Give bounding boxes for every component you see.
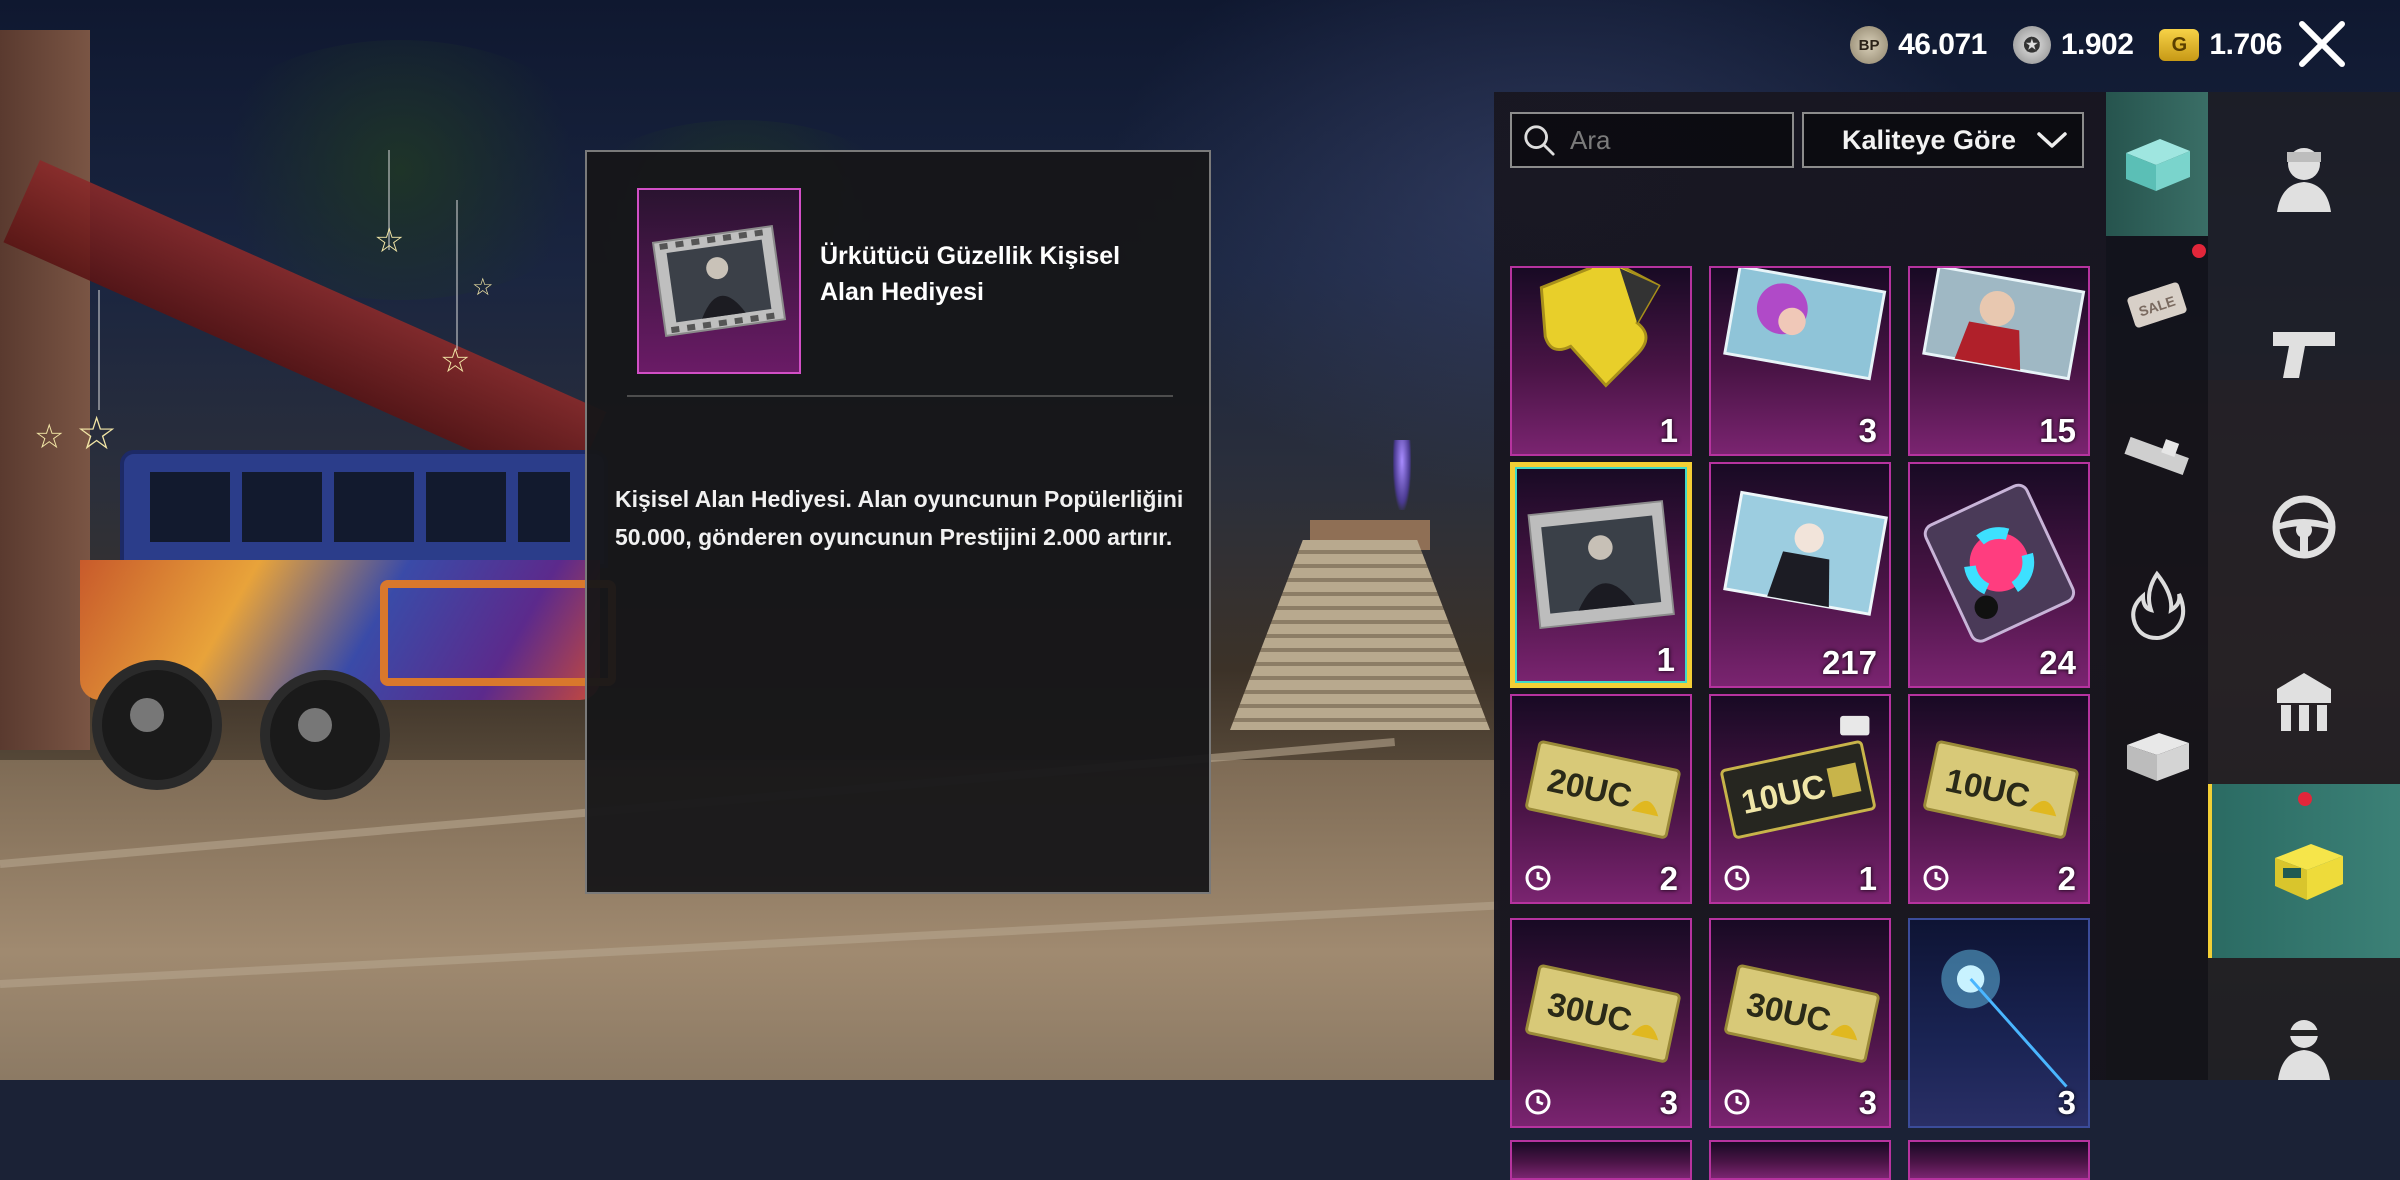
tab-inventory[interactable] <box>2208 784 2400 958</box>
item-count: 2 <box>1659 860 1678 897</box>
item-tile[interactable]: 10UC 2 <box>1908 694 2090 904</box>
category-fire[interactable] <box>2106 542 2208 668</box>
shield-icon <box>2277 673 2331 731</box>
bp-amount: 46.071 <box>1898 28 1987 61</box>
item-tile[interactable]: 24 <box>1908 462 2090 688</box>
clock-icon <box>1724 1089 1750 1115</box>
bp-coin-icon: BP <box>1850 26 1889 64</box>
wheel <box>92 660 222 790</box>
agent-icon <box>2278 1020 2330 1080</box>
item-tile[interactable]: 30UC 3 <box>1709 918 1891 1128</box>
steering-wheel-icon <box>2272 495 2336 559</box>
search-icon <box>1524 125 1555 156</box>
uc-amount: 1.706 <box>2209 28 2282 61</box>
character-icon <box>2277 148 2331 212</box>
item-tile[interactable]: 20UC 2 <box>1510 694 1692 904</box>
tab-character[interactable] <box>2208 92 2400 262</box>
temple-stairs <box>1230 540 1490 730</box>
star-ornament: ☆ <box>34 418 65 456</box>
uc-currency: G 1.706 <box>2159 28 2282 62</box>
divider <box>627 395 1173 397</box>
ammo-icon <box>2124 436 2189 475</box>
ag-coin-icon: ✪ <box>2012 26 2051 64</box>
bp-currency: BP 46.071 <box>1850 26 1987 64</box>
item-tile[interactable]: 1 <box>1510 266 1692 456</box>
notification-dot <box>2298 792 2312 806</box>
item-name: Ürkütücü Güzellik Kişisel Alan Hediyesi <box>820 242 1121 306</box>
search-box[interactable] <box>1510 112 1794 168</box>
box-icon <box>2127 733 2189 781</box>
clock-icon <box>1525 865 1551 891</box>
item-tile[interactable]: 15 <box>1908 266 2090 456</box>
item-count: 2 <box>2057 860 2076 897</box>
close-icon <box>2299 21 2345 67</box>
item-count: 24 <box>2039 644 2076 681</box>
chest-icon <box>2275 844 2343 900</box>
item-count: 217 <box>1821 644 1877 681</box>
ag-currency: ✪ 1.902 <box>2012 26 2134 64</box>
item-count: 1 <box>1656 641 1675 678</box>
category-sale[interactable]: SALE <box>2106 242 2208 368</box>
item-tile[interactable]: 10UC 1 <box>1709 694 1891 904</box>
item-tile[interactable]: 30UC 3 <box>1510 918 1692 1128</box>
film-gift-icon <box>651 224 787 338</box>
sort-label: Kaliteye Göre <box>1842 124 2017 155</box>
ag-amount: 1.902 <box>2060 28 2134 61</box>
currency-bar: BP 46.071 ✪ 1.902 G 1.706 <box>1850 20 2282 70</box>
clock-icon <box>1724 865 1750 891</box>
wheel <box>260 670 390 800</box>
tab-weapons[interactable] <box>2208 267 2400 437</box>
item-count: 15 <box>2039 412 2076 449</box>
item-tile[interactable]: 3 <box>1908 918 2090 1128</box>
item-tile[interactable]: 3 <box>1709 266 1891 456</box>
item-tile[interactable] <box>1908 1140 2090 1180</box>
star-ornament: ☆ <box>440 342 471 380</box>
item-count: 3 <box>1858 1084 1877 1121</box>
category-ammo[interactable] <box>2106 392 2208 518</box>
tab-gear[interactable] <box>2208 617 2400 787</box>
category-box[interactable] <box>2106 692 2208 818</box>
item-count: 3 <box>2057 1084 2076 1121</box>
item-count: 1 <box>1858 860 1877 897</box>
item-tile[interactable] <box>1510 1140 1692 1180</box>
close-button[interactable] <box>2292 14 2352 74</box>
item-tile[interactable]: 217 <box>1709 462 1891 688</box>
item-count: 3 <box>1858 412 1877 449</box>
category-crate[interactable] <box>2106 92 2208 236</box>
tab-vehicles[interactable] <box>2208 442 2400 612</box>
star-ornament: ☆ <box>374 222 405 260</box>
tab-agent[interactable] <box>2208 972 2400 1080</box>
item-thumbnail <box>637 188 801 374</box>
chevron-down-icon <box>2037 132 2067 148</box>
clock-icon <box>1923 865 1949 891</box>
search-input[interactable] <box>1568 123 1792 157</box>
purple-flame <box>1393 440 1411 510</box>
item-tile-selected[interactable]: 1 <box>1510 462 1692 688</box>
crate-icon <box>2126 139 2190 191</box>
sale-icon: SALE <box>2127 282 2187 328</box>
building-pillar <box>0 30 90 750</box>
fire-icon <box>2131 570 2186 640</box>
sort-dropdown[interactable]: Kaliteye Göre <box>1802 112 2084 168</box>
item-count: 1 <box>1659 412 1678 449</box>
vehicle-uaz <box>80 450 616 800</box>
item-description: Kişisel Alan Hediyesi. Alan oyuncunun Po… <box>615 486 1184 550</box>
star-ornament: ☆ <box>472 274 494 301</box>
side-navigation: SALE <box>2106 92 2400 1080</box>
item-detail-panel: Ürkütücü Güzellik Kişisel Alan Hediyesi … <box>585 150 1211 894</box>
pistol-icon <box>2273 332 2335 378</box>
inventory-panel: Kaliteye Göre 1 3 <box>1494 92 2106 1180</box>
item-tile[interactable] <box>1709 1140 1891 1180</box>
clock-icon <box>1525 1089 1551 1115</box>
item-count: 3 <box>1659 1084 1678 1121</box>
uc-coin-icon: G <box>2159 29 2200 61</box>
